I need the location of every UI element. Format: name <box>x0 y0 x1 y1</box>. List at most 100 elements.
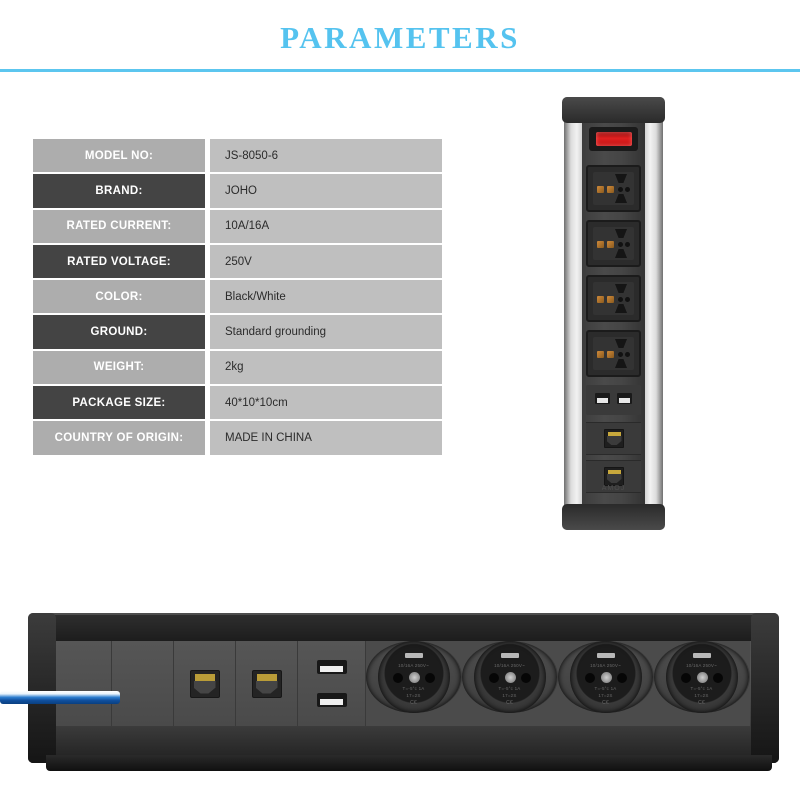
socket-marking: T=-5°c 1A <box>402 686 425 691</box>
earth-clip <box>404 653 423 658</box>
socket-contact <box>607 241 614 248</box>
socket-marking: T=-5°c 1A <box>690 686 713 691</box>
spec-row: RATED CURRENT: 10A/16A <box>33 209 442 245</box>
power-switch-icon <box>589 127 638 151</box>
socket-pin-hole <box>616 673 627 683</box>
socket-marking: C€ <box>698 700 705 706</box>
usb-tongue <box>320 666 343 672</box>
socket-contact <box>597 241 604 248</box>
socket-pin-hole <box>392 673 403 683</box>
spec-row: BRAND: JOHO <box>33 174 442 210</box>
power-cable <box>0 691 120 704</box>
socket-screw <box>696 672 708 683</box>
specification-table: MODEL NO: JS-8050-6 BRAND: JOHO RATED CURREN… <box>33 139 442 457</box>
rocker-switch-cap <box>595 132 632 146</box>
strip-face: 10/16A 250V~ T=-5°c 1A 17=2S C€ 10/16A 2… <box>50 641 750 726</box>
rj45-panel <box>236 641 298 726</box>
socket-hole <box>625 297 630 302</box>
universal-socket-icon <box>586 220 641 267</box>
socket-screw <box>600 672 612 683</box>
spec-value: 2kg <box>210 350 442 387</box>
rj45-jack <box>603 429 624 448</box>
strip-left-endcap <box>28 613 56 763</box>
socket-pin-hole <box>712 673 723 683</box>
socket-marking: 10/16A 250V~ <box>398 663 429 668</box>
spec-value: JOHO <box>210 174 442 210</box>
socket-marking: 10/16A 250V~ <box>590 663 621 668</box>
socket-screw <box>504 672 516 683</box>
spec-value: MADE IN CHINA <box>210 421 442 457</box>
usb-port-icon <box>316 660 347 674</box>
socket-hole <box>625 187 630 192</box>
socket-face <box>593 227 634 260</box>
usb-port-icon <box>617 393 632 404</box>
horizontal-power-strip-image: 10/16A 250V~ T=-5°c 1A 17=2S C€ 10/16A 2… <box>0 603 779 771</box>
spec-row: COLOR: Black/White <box>33 280 442 316</box>
blank-panel <box>112 641 174 726</box>
schuko-socket-icon: 10/16A 250V~ T=-5°c 1A 17=2S C€ <box>473 641 546 713</box>
spec-label: RATED VOLTAGE: <box>33 244 205 281</box>
schuko-socket-panel: 10/16A 250V~ T=-5°c 1A 17=2S C€ <box>654 641 750 713</box>
spec-value: JS-8050-6 <box>210 139 442 175</box>
socket-face <box>593 282 634 315</box>
socket-slot <box>615 249 627 258</box>
socket-hole <box>625 242 630 247</box>
spec-label: GROUND: <box>33 315 205 351</box>
socket-contact <box>597 296 604 303</box>
spec-label: COLOR: <box>33 280 205 316</box>
spec-value: 250V <box>210 244 442 281</box>
socket-pin-hole <box>488 673 499 683</box>
socket-marking: 17=2S <box>694 693 709 698</box>
socket-slot <box>615 304 627 313</box>
spec-row: WEIGHT: 2kg <box>33 350 442 387</box>
spec-value: Standard grounding <box>210 315 442 351</box>
usb-panel <box>298 641 366 726</box>
socket-marking: C€ <box>602 700 609 706</box>
universal-socket-icon <box>586 165 641 212</box>
universal-socket-icon <box>586 330 641 377</box>
socket-pin-hole <box>584 673 595 683</box>
vertical-power-unit-image: AMOJ <box>556 97 671 530</box>
spec-row: PACKAGE SIZE: 40*10*10cm <box>33 386 442 422</box>
strip-bottom-lip <box>46 755 772 771</box>
earth-clip <box>692 653 711 658</box>
page-header: PARAMETERS <box>0 0 800 72</box>
spec-label: RATED CURRENT: <box>33 209 205 245</box>
earth-clip <box>596 653 615 658</box>
socket-pin-hole <box>424 673 435 683</box>
usb-tongue <box>320 699 343 705</box>
usb-ports-icon <box>586 385 641 415</box>
schuko-socket-panel: 10/16A 250V~ T=-5°c 1A 17=2S C€ <box>558 641 654 713</box>
spec-label: PACKAGE SIZE: <box>33 386 205 422</box>
socket-face <box>593 337 634 370</box>
socket-slot <box>615 194 627 203</box>
schuko-socket-icon: 10/16A 250V~ T=-5°c 1A 17=2S C€ <box>665 641 738 713</box>
socket-contact <box>607 296 614 303</box>
schuko-socket-panel: 10/16A 250V~ T=-5°c 1A 17=2S C€ <box>366 641 462 713</box>
spec-row: MODEL NO: JS-8050-6 <box>33 139 442 175</box>
socket-face <box>593 172 634 205</box>
socket-contact <box>597 351 604 358</box>
spec-value: 40*10*10cm <box>210 386 442 422</box>
rj45-panel <box>174 641 236 726</box>
socket-hole <box>618 297 623 302</box>
socket-hole <box>618 352 623 357</box>
usb-port-icon <box>316 693 347 707</box>
strip-top-flange <box>48 615 770 641</box>
page-title: PARAMETERS <box>280 20 520 55</box>
usb-tongue <box>619 397 630 403</box>
spec-label: WEIGHT: <box>33 350 205 387</box>
rj45-jack <box>251 669 282 698</box>
rj45-jack <box>603 467 624 486</box>
socket-marking: 17=2S <box>502 693 517 698</box>
schuko-socket-panel: 10/16A 250V~ T=-5°c 1A 17=2S C€ <box>462 641 558 713</box>
socket-contact <box>607 186 614 193</box>
socket-hole <box>618 187 623 192</box>
universal-socket-icon <box>586 275 641 322</box>
socket-screw <box>408 672 420 683</box>
socket-marking: T=-5°c 1A <box>498 686 521 691</box>
socket-slot <box>615 229 627 238</box>
socket-marking: C€ <box>410 700 417 706</box>
spec-label: MODEL NO: <box>33 139 205 175</box>
rj45-jack <box>189 669 220 698</box>
